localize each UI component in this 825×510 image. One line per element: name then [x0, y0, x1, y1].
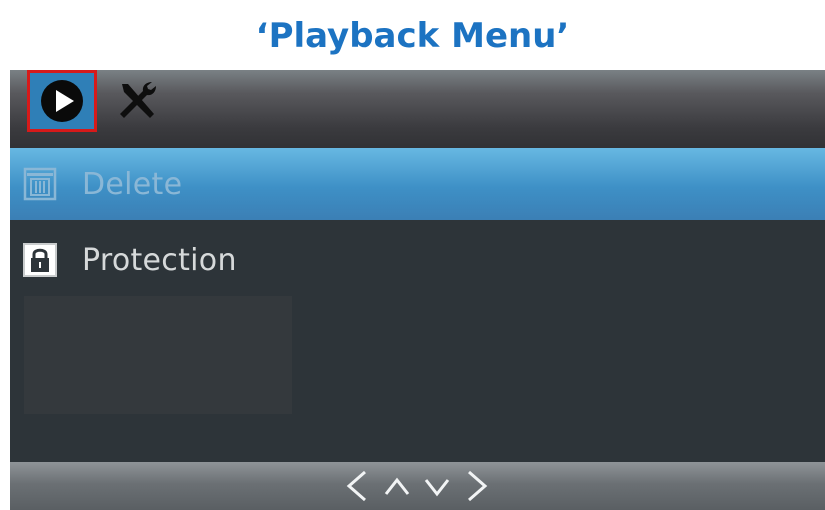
menu-item-label: Delete	[82, 166, 183, 202]
chevron-up-icon[interactable]	[377, 464, 417, 508]
menu-item-delete[interactable]: Delete	[10, 148, 825, 220]
menu-item-protection[interactable]: Protection	[10, 224, 825, 296]
menu-tab-bar	[10, 70, 825, 152]
page-title: ‘Playback Menu’	[255, 16, 570, 56]
empty-panel	[24, 296, 292, 414]
camera-screen: Delete Protection	[10, 70, 825, 510]
tab-playback[interactable]	[27, 70, 97, 132]
nav-arrows	[337, 464, 497, 508]
tab-setup[interactable]	[108, 70, 166, 132]
menu-item-label: Protection	[82, 242, 237, 278]
lock-icon	[20, 240, 60, 280]
tools-icon	[120, 82, 156, 118]
chevron-left-icon[interactable]	[337, 464, 377, 508]
trash-icon	[20, 164, 60, 204]
chevron-down-icon[interactable]	[417, 464, 457, 508]
play-icon	[41, 80, 83, 122]
chevron-right-icon[interactable]	[457, 464, 497, 508]
navigation-bar	[10, 462, 825, 510]
